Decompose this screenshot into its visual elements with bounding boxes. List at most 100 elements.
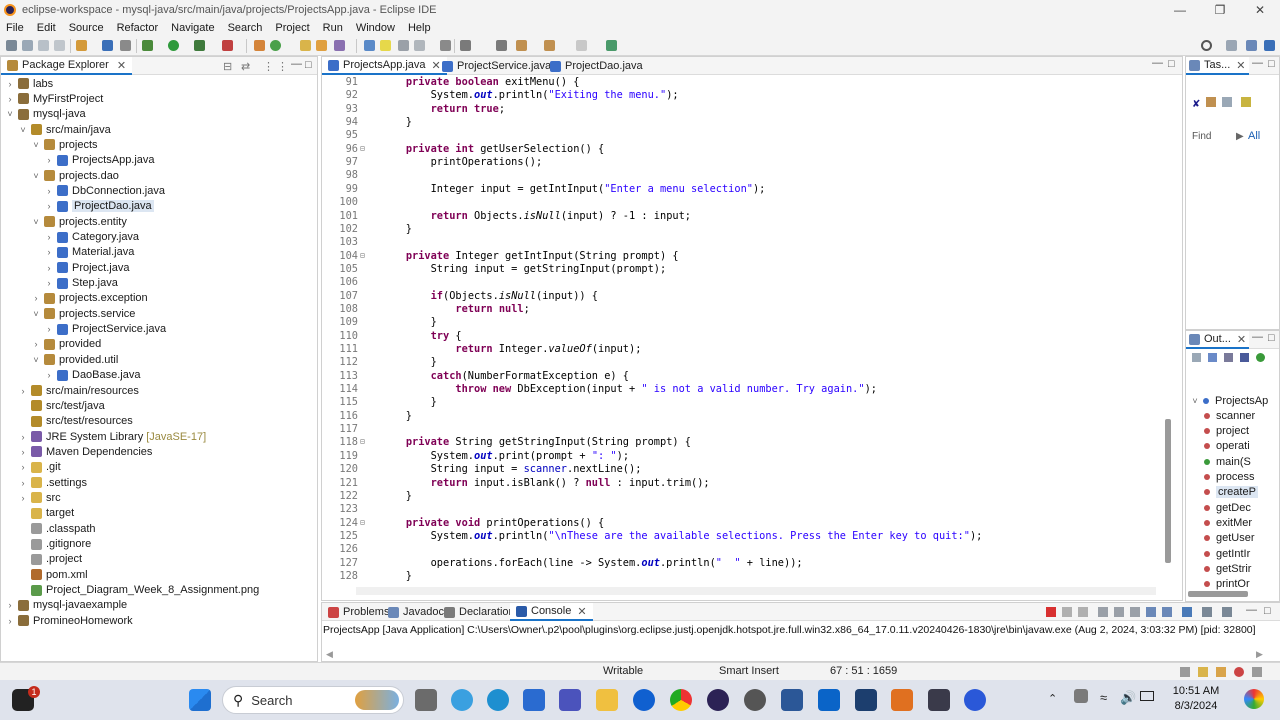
chevron-right-icon[interactable]: › (44, 186, 54, 196)
menu-edit[interactable]: Edit (37, 22, 56, 34)
maximize-view-icon[interactable]: □ (1268, 332, 1275, 344)
remove-all-icon[interactable] (1078, 607, 1088, 617)
print-icon[interactable] (54, 40, 65, 51)
tree-item[interactable]: › mysql-javaexample (5, 598, 128, 613)
code-line[interactable]: String input = scanner.nextLine(); (381, 463, 642, 475)
github-icon[interactable] (744, 689, 766, 711)
code-line[interactable]: printOperations(); (381, 156, 543, 168)
open-perspective-icon[interactable] (1226, 40, 1237, 51)
code-line[interactable]: System.out.print(prompt + ": "); (381, 450, 629, 462)
chevron-right-icon[interactable]: › (5, 94, 15, 104)
menu-search[interactable]: Search (228, 22, 263, 34)
find-dropdown-icon[interactable]: ▶ (1236, 131, 1244, 142)
whitespace-icon[interactable] (414, 40, 425, 51)
clock-date[interactable]: 8/3/2024 (1168, 700, 1224, 712)
show-stderr-icon[interactable] (1162, 607, 1172, 617)
status-notes-icon[interactable] (1198, 667, 1208, 677)
code-line[interactable]: } (381, 570, 412, 582)
word-icon[interactable] (781, 689, 803, 711)
search-icon[interactable] (1201, 40, 1212, 51)
menu-help[interactable]: Help (408, 22, 431, 34)
outline-item[interactable]: process (1204, 470, 1255, 485)
tree-item[interactable]: › ProjectsApp.java (44, 153, 155, 168)
collapse-all-icon[interactable] (1192, 353, 1201, 362)
code-line[interactable]: } (381, 396, 437, 408)
chevron-right-icon[interactable]: › (31, 293, 41, 303)
minimize-view-icon[interactable]: — (1252, 331, 1263, 343)
close-icon[interactable]: ✕ (577, 605, 586, 618)
word-wrap-icon[interactable] (1130, 607, 1140, 617)
chevron-right-icon[interactable]: › (18, 432, 28, 442)
store-icon[interactable] (523, 689, 545, 711)
tab-projectdao[interactable]: ProjectDao.java (544, 57, 649, 75)
terminate-icon[interactable] (1046, 607, 1056, 617)
back-icon[interactable] (544, 40, 555, 51)
external-tools-icon[interactable] (222, 40, 233, 51)
status-share-icon[interactable] (1216, 667, 1226, 677)
menu-source[interactable]: Source (69, 22, 104, 34)
filters-icon[interactable]: ⋮ (263, 60, 274, 73)
save-icon[interactable] (22, 40, 33, 51)
chevron-right-icon[interactable]: › (5, 600, 15, 610)
chevron-right-icon[interactable]: › (18, 462, 28, 472)
open-type-icon[interactable] (300, 40, 311, 51)
outline-item[interactable]: getUser (1204, 531, 1255, 546)
code-line[interactable]: private int getUserSelection() { (381, 143, 604, 155)
code-line[interactable]: return input.isBlank() ? null : input.tr… (381, 477, 710, 489)
close-icon[interactable]: ✕ (117, 59, 126, 72)
teams-icon[interactable] (559, 689, 581, 711)
terminal-icon[interactable] (102, 40, 113, 51)
minimize-view-icon[interactable]: — (291, 58, 302, 70)
outline-item[interactable]: scanner (1204, 408, 1255, 423)
outline-item[interactable]: getDec (1204, 500, 1251, 515)
tree-item[interactable]: › ProjectService.java (44, 322, 167, 337)
notification-center-icon[interactable] (1244, 689, 1264, 709)
collapse-icon[interactable] (1222, 97, 1232, 107)
fold-icon[interactable]: ⊟ (360, 518, 365, 527)
tab-package-explorer[interactable]: Package Explorer ✕ (1, 57, 133, 75)
code-line[interactable]: return true; (381, 103, 505, 115)
view-menu-icon[interactable]: ⋮ (277, 60, 288, 73)
chevron-right-icon[interactable]: › (44, 263, 54, 273)
tree-item[interactable]: ˅ mysql-java (5, 107, 85, 122)
tab-outline[interactable]: Out... ✕ (1186, 331, 1250, 349)
tree-item[interactable]: › src/main/resources (18, 383, 139, 398)
outline-item[interactable]: main(S (1204, 454, 1251, 469)
minimize-view-icon[interactable]: — (1246, 604, 1257, 616)
chrome-icon[interactable] (670, 689, 692, 711)
toggle-mark-icon[interactable] (364, 40, 375, 51)
minimize-button[interactable]: — (1170, 3, 1190, 17)
chevron-right-icon[interactable]: › (18, 478, 28, 488)
code-line[interactable]: private boolean exitMenu() { (381, 76, 580, 88)
link-editor-icon[interactable]: ⇄ (241, 60, 250, 73)
java-perspective-icon[interactable] (1264, 40, 1275, 51)
code-line[interactable]: try { (381, 330, 462, 342)
code-line[interactable]: catch(NumberFormatException e) { (381, 370, 629, 382)
close-button[interactable]: ✕ (1250, 3, 1270, 17)
tree-item[interactable]: › .settings (18, 475, 87, 490)
edge-icon[interactable] (487, 689, 509, 711)
tab-console[interactable]: Console ✕ (510, 603, 593, 621)
chevron-right-icon[interactable]: › (44, 155, 54, 165)
chevron-down-icon[interactable]: ˅ (5, 109, 15, 119)
chevron-down-icon[interactable]: ˅ (1190, 396, 1200, 406)
display-console-icon[interactable] (1202, 607, 1212, 617)
tree-item[interactable]: › Category.java (44, 230, 140, 245)
chevron-right-icon[interactable]: › (44, 232, 54, 242)
chevron-down-icon[interactable]: ˅ (31, 217, 41, 227)
outline-item[interactable]: createP (1204, 485, 1258, 500)
tree-item[interactable]: .gitignore (18, 537, 91, 552)
fold-icon[interactable]: ⊟ (360, 437, 365, 446)
prev-annotation-icon[interactable] (496, 40, 507, 51)
code-line[interactable]: return Integer.valueOf(input); (381, 343, 641, 355)
tree-item[interactable]: src/test/resources (18, 414, 133, 429)
close-icon[interactable]: ✕ (1236, 59, 1245, 72)
settings-app-icon[interactable] (928, 689, 950, 711)
status-notification-icon[interactable] (1234, 667, 1244, 677)
skip-breakpoints-icon[interactable] (120, 40, 131, 51)
maximize-button[interactable]: ❐ (1210, 3, 1230, 17)
chevron-right-icon[interactable]: › (18, 386, 28, 396)
maximize-view-icon[interactable]: □ (1268, 58, 1275, 70)
code-line[interactable]: if(Objects.isNull(input)) { (381, 290, 598, 302)
taskbar-search-box[interactable]: ⚲ Search (222, 686, 404, 714)
